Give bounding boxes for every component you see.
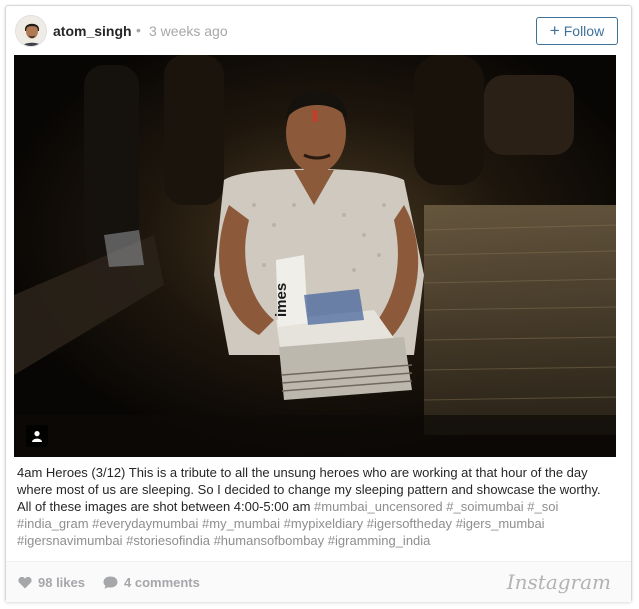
hashtag[interactable]: #_soi [527, 499, 558, 514]
hashtag[interactable]: #storiesofindia [126, 533, 210, 548]
hashtag[interactable]: #igersoftheday [367, 516, 452, 531]
likes-count[interactable]: 98 likes [18, 575, 85, 590]
plus-icon: + [549, 20, 560, 40]
follow-label: Follow [563, 23, 605, 39]
separator-dot: • [136, 22, 141, 38]
instagram-embed-card: atom_singh • 3 weeks ago + Follow imes 4… [5, 5, 632, 602]
heart-icon [18, 576, 32, 589]
hashtag[interactable]: #everydaymumbai [92, 516, 198, 531]
hashtag[interactable]: #igramming_india [328, 533, 431, 548]
likes-label: 98 likes [38, 575, 85, 590]
hashtag[interactable]: #humansofbombay [214, 533, 325, 548]
comments-label: 4 comments [124, 575, 200, 590]
user-icon [32, 431, 42, 442]
post-timestamp: 3 weeks ago [149, 23, 228, 39]
post-photo[interactable]: imes [14, 55, 616, 457]
comment-bubble-icon [103, 576, 118, 589]
post-header: atom_singh • 3 weeks ago + Follow [6, 6, 631, 56]
hashtag[interactable]: #igers_mumbai [456, 516, 545, 531]
post-footer: 98 likes 4 comments Instagram [6, 561, 631, 602]
avatar[interactable] [15, 15, 47, 47]
hashtag[interactable]: #mumbai_uncensored [314, 499, 443, 514]
hashtag[interactable]: #my_mumbai [202, 516, 280, 531]
newspaper-masthead: imes [273, 283, 290, 317]
tagged-users-button[interactable] [26, 425, 48, 447]
hashtag[interactable]: #mypixeldiary [284, 516, 363, 531]
instagram-logo[interactable]: Instagram [507, 570, 611, 594]
avatar-image [16, 16, 46, 46]
post-caption: 4am Heroes (3/12) This is a tribute to a… [17, 464, 617, 549]
hashtag[interactable]: #india_gram [17, 516, 89, 531]
hashtag[interactable]: #_soimumbai [446, 499, 523, 514]
hashtag[interactable]: #igersnavimumbai [17, 533, 123, 548]
follow-button[interactable]: + Follow [536, 17, 618, 45]
username-link[interactable]: atom_singh [53, 23, 132, 39]
photo-newspaper-vendor: imes [14, 55, 616, 457]
comments-count[interactable]: 4 comments [103, 575, 200, 590]
